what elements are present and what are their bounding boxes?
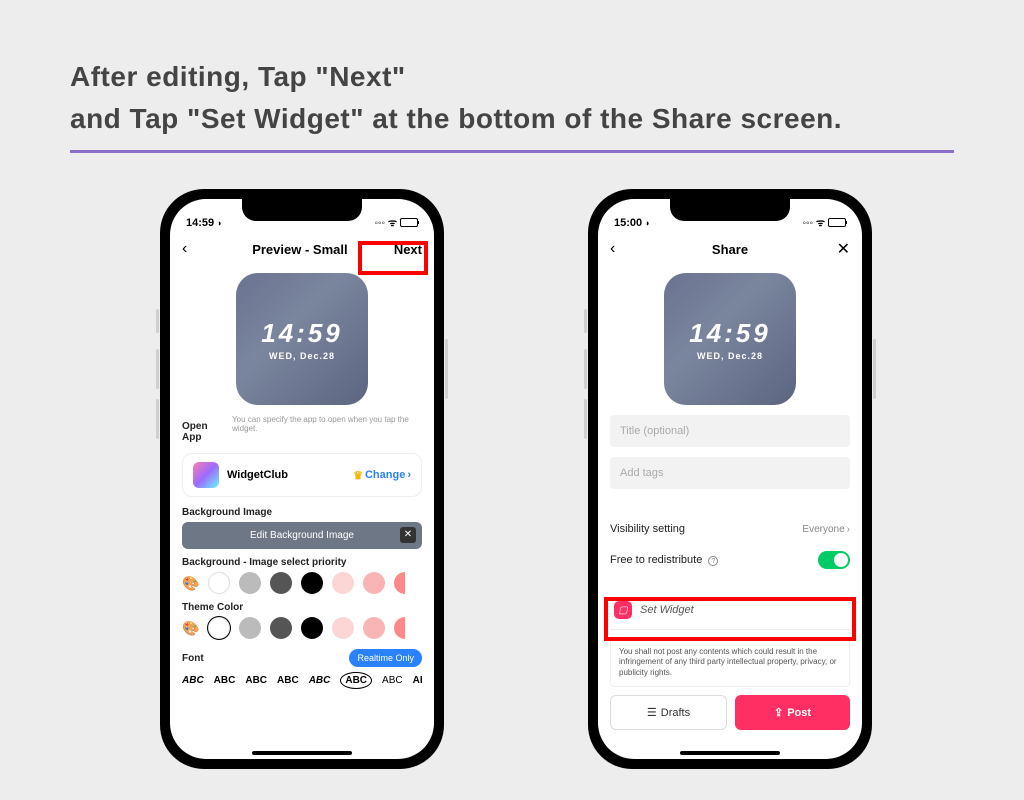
widget-time: 14:59 xyxy=(689,318,771,349)
app-name: WidgetClub xyxy=(227,469,345,481)
back-button[interactable]: ‹ xyxy=(610,240,634,258)
crown-icon: ♛ xyxy=(353,469,363,482)
bg-image-label: Background Image xyxy=(182,507,422,518)
headline-underline xyxy=(70,150,954,153)
swatch-pink3[interactable] xyxy=(394,572,416,594)
swatch-pink3[interactable] xyxy=(394,617,416,639)
redistribute-label: Free to redistribute xyxy=(610,554,702,566)
headline-line1: After editing, Tap "Next" xyxy=(70,56,954,98)
wifi-icon: ◦◦◦ ᯤ xyxy=(802,215,825,229)
widget-time: 14:59 xyxy=(261,318,343,349)
edit-bg-button[interactable]: Edit Background Image ✕ xyxy=(182,522,422,549)
visibility-value: Everyone xyxy=(802,524,844,535)
page-title: Share xyxy=(634,242,826,257)
phone-preview: 14:59 ◗ ◦◦◦ ᯤ ‹ Preview - Small Next xyxy=(160,189,444,769)
swatch-white[interactable] xyxy=(208,572,230,594)
app-icon xyxy=(193,462,219,488)
swatch-pink1[interactable] xyxy=(332,617,354,639)
dnd-moon-icon: ◗ xyxy=(217,218,222,228)
close-button[interactable]: ✕ xyxy=(826,239,850,259)
widget-date: WED, Dec.28 xyxy=(697,351,763,361)
theme-swatches: 🎨 xyxy=(182,617,422,639)
home-indicator[interactable] xyxy=(680,751,780,755)
chevron-right-icon: › xyxy=(847,524,850,535)
priority-swatches: 🎨 xyxy=(182,572,422,594)
chevron-right-icon: › xyxy=(407,469,411,481)
battery-icon xyxy=(828,218,846,227)
theme-label: Theme Color xyxy=(182,602,422,613)
widget-preview: 14:59 WED, Dec.28 xyxy=(236,273,368,405)
set-widget-icon: ▢ xyxy=(614,601,632,619)
set-widget-button[interactable]: ▢ Set Widget xyxy=(610,591,850,630)
visibility-label: Visibility setting xyxy=(610,523,685,535)
open-app-hint: You can specify the app to open when you… xyxy=(232,415,422,433)
swatch-pink2[interactable] xyxy=(363,617,385,639)
battery-icon xyxy=(400,218,418,227)
swatch-pink1[interactable] xyxy=(332,572,354,594)
home-indicator[interactable] xyxy=(252,751,352,755)
phone-share: 15:00 ◗ ◦◦◦ ᯤ ‹ Share ✕ 14:59 xyxy=(588,189,872,769)
notch xyxy=(242,199,362,221)
redistribute-row: Free to redistribute ? xyxy=(610,543,850,577)
close-icon[interactable]: ✕ xyxy=(400,527,416,543)
realtime-pill[interactable]: Realtime Only xyxy=(349,649,422,667)
dnd-moon-icon: ◗ xyxy=(645,218,650,228)
swatch-darkgrey[interactable] xyxy=(270,617,292,639)
palette-icon[interactable]: 🎨 xyxy=(182,575,199,592)
disclaimer-text: You shall not post any contents which co… xyxy=(610,638,850,687)
post-icon: ⇪ xyxy=(774,706,783,719)
palette-icon[interactable]: 🎨 xyxy=(182,620,199,637)
redistribute-toggle[interactable] xyxy=(818,551,850,569)
post-button[interactable]: ⇪ Post xyxy=(735,695,850,730)
headline-line2: and Tap "Set Widget" at the bottom of th… xyxy=(70,98,954,140)
status-time: 15:00 xyxy=(614,217,642,229)
swatch-pink2[interactable] xyxy=(363,572,385,594)
drafts-icon: ☰ xyxy=(647,706,657,719)
widget-date: WED, Dec.28 xyxy=(269,351,335,361)
widget-preview: 14:59 WED, Dec.28 xyxy=(664,273,796,405)
swatch-grey[interactable] xyxy=(239,572,261,594)
open-app-card[interactable]: WidgetClub ♛ Change › xyxy=(182,453,422,497)
next-button[interactable]: Next xyxy=(394,242,422,257)
wifi-icon: ◦◦◦ ᯤ xyxy=(374,215,397,229)
open-app-label: Open App xyxy=(182,421,226,443)
status-time: 14:59 xyxy=(186,217,214,229)
swatch-black[interactable] xyxy=(301,617,323,639)
visibility-row[interactable]: Visibility setting Everyone › xyxy=(610,515,850,543)
page-title: Preview - Small xyxy=(206,242,394,257)
back-button[interactable]: ‹ xyxy=(182,240,206,258)
notch xyxy=(670,199,790,221)
drafts-button[interactable]: ☰ Drafts xyxy=(610,695,727,730)
swatch-grey[interactable] xyxy=(239,617,261,639)
title-input[interactable]: Title (optional) xyxy=(610,415,850,447)
swatch-darkgrey[interactable] xyxy=(270,572,292,594)
priority-label: Background - Image select priority xyxy=(182,557,422,568)
swatch-black[interactable] xyxy=(301,572,323,594)
font-picker[interactable]: ABC ABC ABC ABC ABC ABC ABC ABC xyxy=(182,672,422,689)
change-button[interactable]: ♛ Change › xyxy=(353,469,411,482)
help-icon[interactable]: ? xyxy=(708,556,718,566)
font-label: Font xyxy=(182,653,204,664)
swatch-white-selected[interactable] xyxy=(208,617,230,639)
tags-input[interactable]: Add tags xyxy=(610,457,850,489)
